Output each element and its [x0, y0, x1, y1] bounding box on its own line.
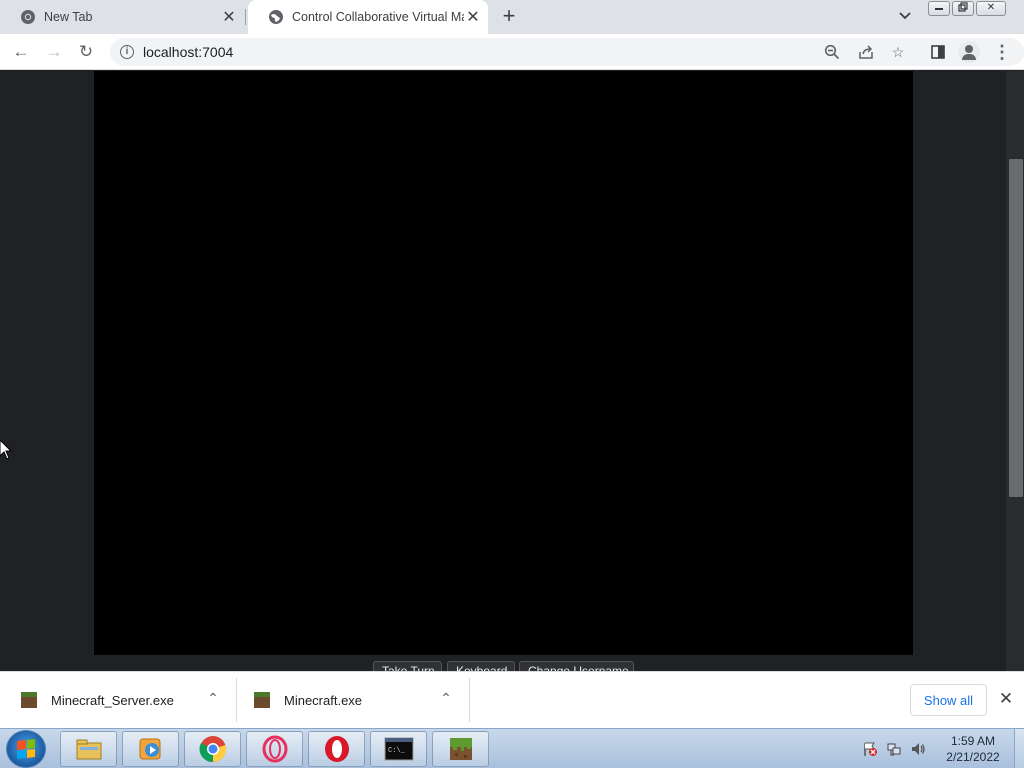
- download-filename: Minecraft_Server.exe: [51, 692, 174, 708]
- network-icon[interactable]: [886, 741, 902, 757]
- tab-close-icon[interactable]: ✕: [220, 8, 238, 26]
- side-panel-icon[interactable]: [926, 40, 950, 64]
- restore-button[interactable]: [952, 1, 974, 16]
- site-info-icon[interactable]: i: [120, 45, 134, 59]
- change-username-button[interactable]: Change Username: [519, 661, 634, 671]
- windows-explorer-icon: [76, 739, 101, 760]
- vm-screen[interactable]: [94, 71, 913, 655]
- start-button[interactable]: [6, 730, 46, 768]
- taskbar-chrome-button[interactable]: [184, 731, 241, 767]
- windows-logo-icon: [17, 739, 35, 759]
- take-turn-button[interactable]: Take Turn: [373, 661, 442, 671]
- browser-toolbar: ← → ↻ i localhost:7004 ☆ ⋮: [0, 34, 1024, 70]
- tab-title: New Tab: [44, 10, 93, 24]
- tab-strip: New Tab ✕ Control Collaborative Virtual …: [0, 0, 1024, 34]
- keyboard-button[interactable]: Keyboard: [447, 661, 515, 671]
- taskbar-opera-gx-button[interactable]: [246, 731, 303, 767]
- reload-button[interactable]: ↻: [74, 40, 98, 64]
- svg-text:C:\_: C:\_: [388, 747, 406, 755]
- windows-taskbar: C:\_ 1:59 AM 2/21/2022: [0, 728, 1024, 768]
- bookmark-star-icon[interactable]: ☆: [888, 42, 908, 62]
- page-scrollbar[interactable]: [1006, 71, 1024, 671]
- taskbar-clock[interactable]: 1:59 AM 2/21/2022: [940, 733, 1006, 765]
- media-player-icon: [139, 738, 160, 760]
- tab-new-tab[interactable]: New Tab ✕: [0, 0, 244, 34]
- globe-icon: [269, 10, 283, 24]
- tab-control-collaborative-vm[interactable]: Control Collaborative Virtual Machine ✕: [248, 0, 488, 34]
- chrome-icon: [21, 10, 35, 24]
- new-tab-button[interactable]: +: [498, 5, 520, 28]
- command-prompt-icon: C:\_: [384, 737, 413, 761]
- download-filename: Minecraft.exe: [284, 692, 363, 708]
- taskbar-media-player-button[interactable]: [122, 731, 179, 767]
- clock-time: 1:59 AM: [950, 734, 996, 748]
- download-options-chevron-icon[interactable]: ⌃: [205, 690, 221, 706]
- download-separator: [469, 678, 470, 722]
- browser-menu-icon[interactable]: ⋮: [992, 41, 1012, 63]
- system-tray: [862, 729, 926, 768]
- forward-button[interactable]: →: [42, 40, 66, 64]
- window-controls: ✕: [928, 1, 1006, 16]
- page-content: Take Turn Keyboard Change Username: [0, 71, 1024, 671]
- minecraft-icon: [449, 738, 472, 760]
- url-text[interactable]: localhost:7004: [143, 44, 233, 60]
- taskbar-opera-button[interactable]: [308, 731, 365, 767]
- download-item-minecraft-server[interactable]: Minecraft_Server.exe: [21, 678, 174, 722]
- zoom-icon[interactable]: [822, 42, 842, 62]
- taskbar-command-prompt-button[interactable]: C:\_: [370, 731, 427, 767]
- window-close-button[interactable]: ✕: [976, 1, 1006, 16]
- volume-icon[interactable]: [910, 741, 926, 757]
- taskbar-minecraft-button[interactable]: [432, 731, 489, 767]
- opera-icon: [324, 736, 349, 762]
- profile-avatar-icon[interactable]: [958, 41, 980, 63]
- show-all-downloads-button[interactable]: Show all: [910, 684, 987, 716]
- taskbar-explorer-button[interactable]: [60, 731, 117, 767]
- download-separator: [236, 678, 237, 722]
- action-center-flag-icon[interactable]: [862, 741, 878, 757]
- share-icon[interactable]: [856, 42, 876, 62]
- tab-search-icon[interactable]: [895, 8, 915, 26]
- opera-gx-icon: [262, 735, 287, 763]
- mouse-cursor-icon: [0, 440, 12, 460]
- download-options-chevron-icon[interactable]: ⌃: [438, 690, 454, 706]
- show-desktop-button[interactable]: [1014, 729, 1024, 768]
- tab-title: Control Collaborative Virtual Machine: [292, 10, 464, 24]
- minecraft-block-icon: [21, 692, 37, 708]
- chrome-icon: [199, 736, 226, 763]
- clock-date: 2/21/2022: [946, 750, 1000, 764]
- download-item-minecraft[interactable]: Minecraft.exe: [254, 678, 362, 722]
- tab-separator: [245, 9, 246, 25]
- download-shelf: Minecraft_Server.exe ⌃ Minecraft.exe ⌃ S…: [0, 671, 1024, 728]
- close-download-shelf-icon[interactable]: ✕: [997, 690, 1015, 708]
- minimize-button[interactable]: [928, 1, 950, 16]
- tab-close-icon[interactable]: ✕: [464, 8, 482, 26]
- back-button[interactable]: ←: [9, 40, 33, 64]
- scrollbar-thumb[interactable]: [1009, 159, 1023, 497]
- minecraft-block-icon: [254, 692, 270, 708]
- address-bar[interactable]: i localhost:7004 ☆: [110, 38, 1024, 66]
